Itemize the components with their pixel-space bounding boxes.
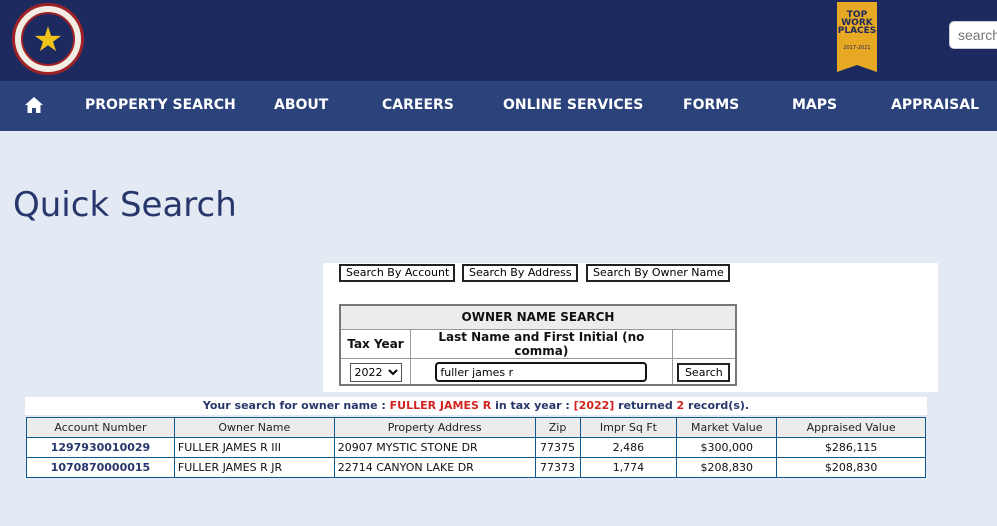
account-number-link[interactable]: 1297930010029 xyxy=(26,437,175,458)
badge-bot: PLACES xyxy=(837,26,877,36)
results-summary: Your search for owner name : FULLER JAME… xyxy=(25,397,927,415)
market-value-cell: $208,830 xyxy=(676,457,778,478)
col-property-address: Property Address xyxy=(333,417,536,438)
summary-mid2: returned xyxy=(614,399,677,412)
search-button-cell: Search xyxy=(671,357,737,386)
star-icon: ★ xyxy=(32,20,64,60)
badge-years: 2017-2021 xyxy=(843,45,871,51)
search-panel: Search By Account Search By Address Sear… xyxy=(323,263,938,392)
table-row: 1297930010029 FULLER JAMES R III 20907 M… xyxy=(26,437,926,458)
col-market-value: Market Value xyxy=(676,417,778,438)
zip-cell: 77373 xyxy=(534,457,581,478)
results-header-row: Account Number Owner Name Property Addre… xyxy=(26,417,926,438)
results-table: Account Number Owner Name Property Addre… xyxy=(26,417,926,478)
col-appraised-value: Appraised Value xyxy=(776,417,926,438)
summary-owner: FULLER JAMES R xyxy=(389,399,492,412)
tax-year-cell: 2022 xyxy=(339,357,412,386)
logo-seal: ★ xyxy=(21,12,75,66)
tax-year-header: Tax Year xyxy=(339,328,412,359)
summary-mid1: in tax year : xyxy=(491,399,574,412)
owner-name-cell xyxy=(410,357,673,386)
nav-forms[interactable]: FORMS xyxy=(683,97,739,113)
owner-name-cell: FULLER JAMES R III xyxy=(173,437,335,458)
impr-sq-ft-cell: 1,774 xyxy=(579,457,678,478)
zip-cell: 77375 xyxy=(534,437,581,458)
site-search-input[interactable] xyxy=(949,21,997,49)
market-value-cell: $300,000 xyxy=(676,437,778,458)
summary-suffix: record(s). xyxy=(684,399,750,412)
property-address-cell: 22714 CANYON LAKE DR xyxy=(333,457,536,478)
property-address-cell: 20907 MYSTIC STONE DR xyxy=(333,437,536,458)
owner-name-input[interactable] xyxy=(435,362,648,382)
col-account-number: Account Number xyxy=(26,417,175,438)
owner-name-search-form: OWNER NAME SEARCH Tax Year Last Name and… xyxy=(339,304,737,386)
owner-name-header: Last Name and First Initial (no comma) xyxy=(410,328,673,359)
nav-maps[interactable]: MAPS xyxy=(792,97,837,113)
col-owner-name: Owner Name xyxy=(173,417,335,438)
nav-appraisal[interactable]: APPRAISAL xyxy=(891,97,979,113)
appraised-value-cell: $286,115 xyxy=(776,437,926,458)
col-impr-sq-ft: Impr Sq Ft xyxy=(579,417,678,438)
owner-search-title: OWNER NAME SEARCH xyxy=(339,304,737,330)
nav-about[interactable]: ABOUT xyxy=(274,97,328,113)
top-workplaces-badge: TOP WORK PLACES 2017-2021 xyxy=(837,2,877,72)
owner-name-cell: FULLER JAMES R JR xyxy=(173,457,335,478)
appraised-value-cell: $208,830 xyxy=(776,457,926,478)
col-zip: Zip xyxy=(534,417,581,438)
site-header: ★ TOP WORK PLACES 2017-2021 xyxy=(0,0,997,81)
main-nav: PROPERTY SEARCH ABOUT CAREERS ONLINE SER… xyxy=(0,81,997,131)
nav-careers[interactable]: CAREERS xyxy=(382,97,454,113)
summary-prefix: Your search for owner name : xyxy=(202,399,390,412)
search-button[interactable]: Search xyxy=(677,362,731,382)
account-number-link[interactable]: 1070870000015 xyxy=(26,457,175,478)
table-row: 1070870000015 FULLER JAMES R JR 22714 CA… xyxy=(26,457,926,478)
hcad-logo[interactable]: ★ xyxy=(12,3,84,75)
nav-online-services[interactable]: ONLINE SERVICES xyxy=(503,97,643,113)
summary-year: [2022] xyxy=(573,399,615,412)
home-icon[interactable] xyxy=(24,95,44,115)
page-title: Quick Search xyxy=(13,185,237,225)
search-by-owner-button[interactable]: Search By Owner Name xyxy=(586,264,730,282)
impr-sq-ft-cell: 2,486 xyxy=(579,437,678,458)
search-by-address-button[interactable]: Search By Address xyxy=(462,264,578,282)
search-by-account-button[interactable]: Search By Account xyxy=(339,264,455,282)
tax-year-select[interactable]: 2022 xyxy=(349,362,402,382)
nav-property-search[interactable]: PROPERTY SEARCH xyxy=(85,97,236,113)
empty-header xyxy=(671,328,737,359)
